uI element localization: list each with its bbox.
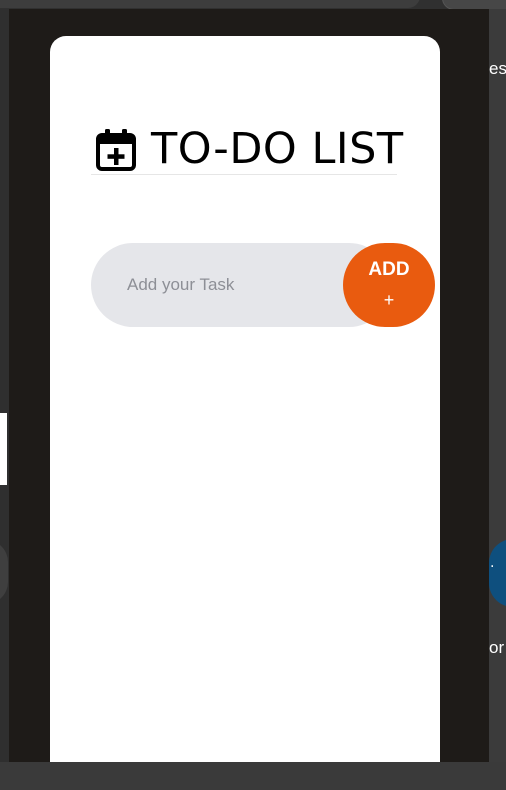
calendar-plus-icon bbox=[96, 128, 136, 172]
browser-top-bar bbox=[0, 0, 506, 10]
todo-card: TO-DO LIST ADD + bbox=[50, 36, 440, 762]
add-task-row: ADD + bbox=[91, 243, 435, 327]
page-title: TO-DO LIST bbox=[91, 124, 403, 175]
background-bottom-bar bbox=[0, 762, 506, 790]
background-page-right: es · or bbox=[489, 9, 506, 790]
todo-app-viewport: TO-DO LIST ADD + bbox=[9, 9, 489, 762]
background-text-fragment: or bbox=[489, 638, 505, 657]
plus-icon: + bbox=[383, 290, 395, 310]
add-button-label: ADD bbox=[368, 259, 410, 280]
background-blue-button[interactable]: · bbox=[489, 539, 506, 607]
background-text-fragment: es bbox=[489, 59, 506, 78]
add-task-button[interactable]: ADD + bbox=[343, 243, 435, 327]
background-panel-fragment bbox=[0, 413, 7, 485]
address-bar-fragment bbox=[0, 0, 420, 8]
background-button-glyph: · bbox=[490, 559, 495, 575]
background-control-fragment bbox=[0, 540, 8, 604]
page-title-text: TO-DO LIST bbox=[151, 124, 404, 174]
